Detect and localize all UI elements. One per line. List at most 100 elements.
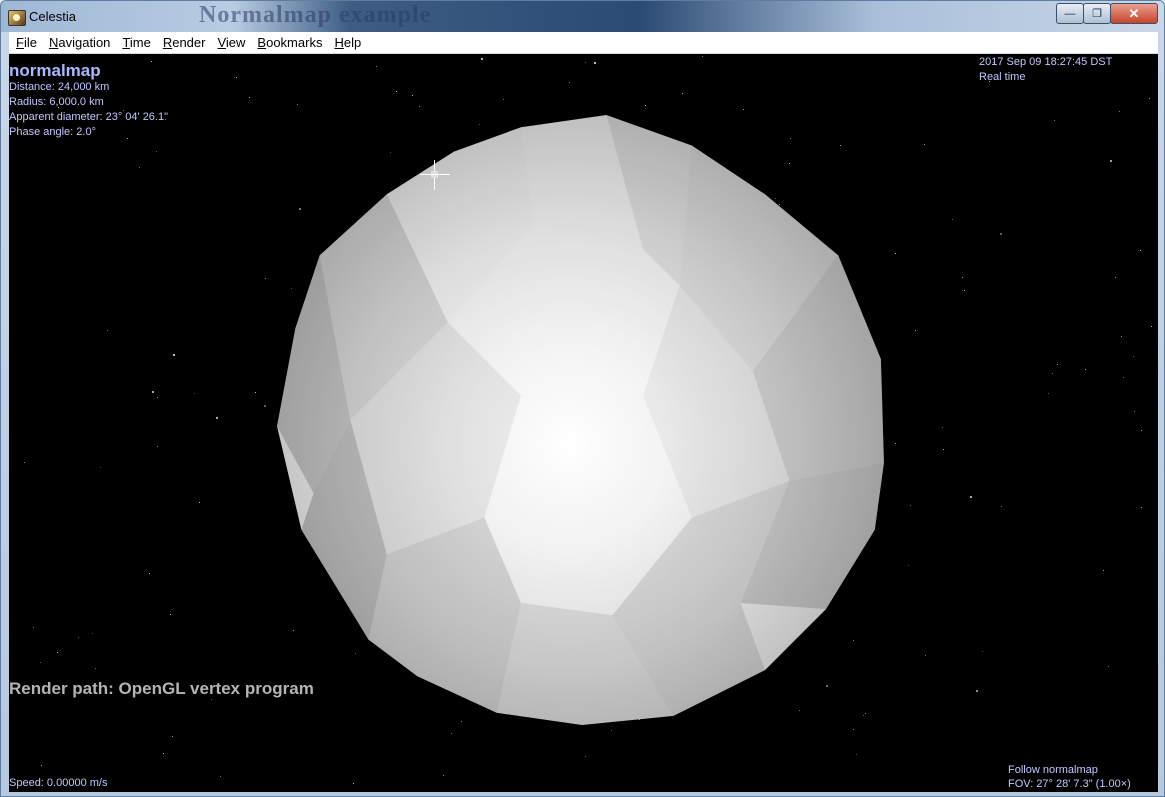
star [199, 502, 200, 503]
ghost-title: Normalmap example [199, 2, 432, 28]
minimize-button[interactable]: — [1056, 3, 1084, 24]
close-button[interactable]: ✕ [1110, 3, 1158, 24]
star [1001, 506, 1002, 507]
star [57, 652, 58, 653]
star [481, 58, 483, 60]
star [297, 104, 298, 105]
star [236, 77, 237, 78]
star [775, 198, 776, 199]
star [853, 640, 854, 641]
title-bar[interactable]: Normalmap example Celestia — ❐ ✕ [1, 1, 1164, 32]
star [976, 690, 978, 692]
normalmap-planet[interactable] [277, 115, 884, 725]
star [895, 253, 896, 254]
star [503, 99, 504, 100]
star [865, 713, 866, 714]
star [853, 729, 854, 730]
menu-help[interactable]: Help [329, 35, 366, 50]
star [293, 630, 294, 631]
star [139, 167, 140, 168]
star [1141, 507, 1142, 508]
star [779, 204, 780, 205]
star [789, 163, 790, 164]
star [1103, 570, 1104, 571]
star [895, 443, 896, 444]
star [1108, 666, 1109, 667]
star [1115, 277, 1116, 278]
star [291, 288, 292, 289]
star [924, 144, 925, 145]
star [149, 573, 150, 574]
star [152, 391, 154, 393]
menu-file[interactable]: File [11, 35, 42, 50]
star [910, 505, 911, 506]
star [1110, 160, 1112, 162]
star [908, 565, 909, 566]
star [743, 109, 744, 110]
maximize-button[interactable]: ❐ [1083, 3, 1111, 24]
star [216, 417, 218, 419]
star [41, 765, 42, 766]
menu-render[interactable]: Render [158, 35, 211, 50]
star [353, 783, 354, 784]
star [1119, 111, 1120, 112]
star [461, 721, 462, 722]
star [1140, 250, 1141, 251]
star [100, 467, 101, 468]
star [799, 710, 800, 711]
window-controls: — ❐ ✕ [1056, 3, 1158, 24]
distance-readout: Distance: 24,000 km [9, 81, 110, 93]
star [585, 62, 586, 63]
celestia-app-icon[interactable] [8, 10, 26, 26]
follow-readout: Follow normalmap [1008, 764, 1098, 776]
star [970, 496, 972, 498]
menu-bookmarks[interactable]: Bookmarks [252, 35, 327, 50]
star [220, 776, 221, 777]
star [1048, 393, 1049, 394]
menu-time[interactable]: Time [117, 35, 155, 50]
star [1123, 377, 1124, 378]
star [355, 653, 356, 654]
phase-angle-readout: Phase angle: 2.0° [9, 126, 96, 138]
star [156, 151, 157, 152]
star [249, 97, 250, 98]
star [942, 427, 943, 428]
star [840, 145, 841, 146]
star [157, 397, 158, 398]
menu-view[interactable]: View [212, 35, 250, 50]
star [95, 668, 96, 669]
star [390, 152, 391, 153]
star [78, 637, 79, 638]
star [443, 775, 444, 776]
star [92, 633, 93, 634]
star [826, 685, 828, 687]
fov-readout: FOV: 27° 28' 7.3" (1.00×) [1008, 778, 1131, 790]
star [396, 91, 397, 92]
star [569, 82, 570, 83]
apparent-diameter-readout: Apparent diameter: 23° 04' 26.1" [9, 111, 169, 123]
speed-readout: Speed: 0.00000 m/s [9, 777, 108, 789]
datetime-readout: 2017 Sep 09 18:27:45 DST [979, 56, 1113, 68]
star [172, 736, 173, 737]
star [1133, 356, 1134, 357]
star [127, 138, 128, 139]
star [163, 753, 164, 754]
star [964, 290, 965, 291]
star [255, 392, 256, 393]
radius-readout: Radius: 6,000.0 km [9, 96, 104, 108]
star [682, 93, 683, 94]
star [585, 756, 586, 757]
menu-bar: File Navigation Time Render View Bookmar… [9, 32, 1158, 54]
star [151, 61, 152, 62]
star [1052, 373, 1053, 374]
star [479, 124, 480, 125]
star [1151, 326, 1152, 327]
star [1054, 120, 1055, 121]
star [265, 278, 266, 279]
3d-viewport[interactable]: normalmap Distance: 24,000 km Radius: 6,… [9, 54, 1158, 792]
star [299, 208, 301, 210]
star [943, 449, 944, 450]
menu-navigation[interactable]: Navigation [44, 35, 115, 50]
time-mode-readout: Real time [979, 71, 1026, 83]
star [645, 105, 646, 106]
